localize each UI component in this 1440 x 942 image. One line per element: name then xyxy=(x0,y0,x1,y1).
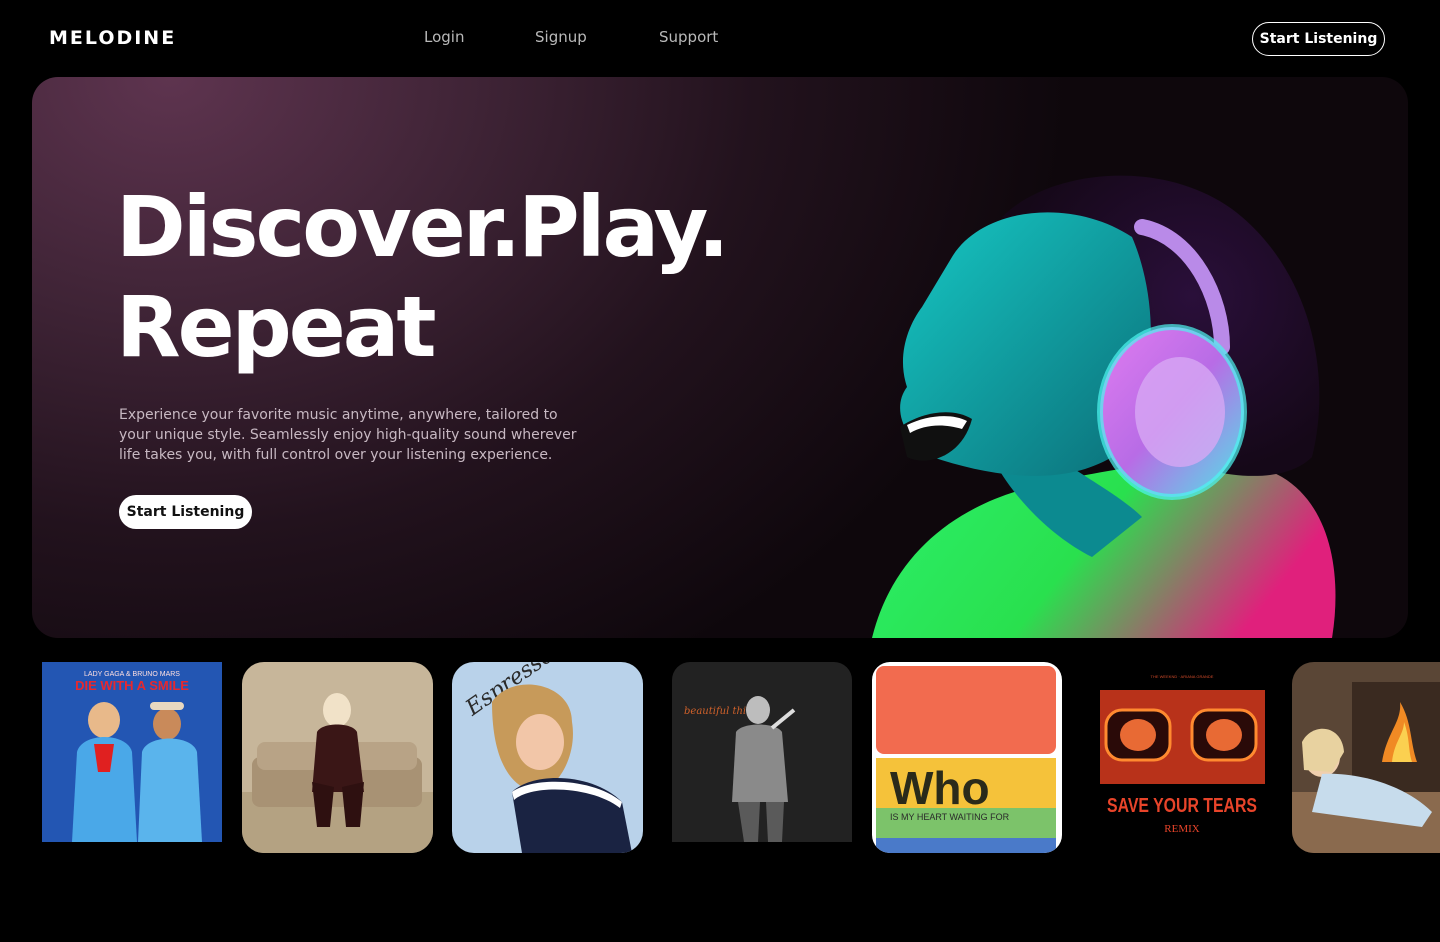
nav-link-support[interactable]: Support xyxy=(659,28,718,46)
album-card[interactable]: LADY GAGA & BRUNO MARS DIE WITH A SMILE xyxy=(42,662,222,842)
nav-link-login[interactable]: Login xyxy=(424,28,464,46)
hero-headline: Discover.Play. Repeat xyxy=(116,177,730,377)
album-cover-fireplace-portrait xyxy=(1292,662,1440,853)
album-cover-who: Who IS MY HEART WAITING FOR xyxy=(872,662,1062,853)
album-cover-espresso: Espresso xyxy=(452,662,643,853)
album-cover-subtitle: IS MY HEART WAITING FOR xyxy=(890,812,1010,822)
hero-headline-line-1: Discover.Play. xyxy=(116,178,730,276)
album-carousel: LADY GAGA & BRUNO MARS DIE WITH A SMILE … xyxy=(0,662,1440,862)
nav-link-signup[interactable]: Signup xyxy=(535,28,587,46)
nav-start-listening-button[interactable]: Start Listening xyxy=(1252,22,1385,56)
album-card[interactable]: THE WEEKND · ARIANA GRANDE SAVE YOUR TEA… xyxy=(1092,662,1272,842)
album-cover-title: Who xyxy=(890,762,990,814)
album-cover-save-your-tears: THE WEEKND · ARIANA GRANDE SAVE YOUR TEA… xyxy=(1092,662,1272,842)
album-card[interactable]: Who IS MY HEART WAITING FOR xyxy=(872,662,1062,853)
album-card[interactable] xyxy=(242,662,433,853)
album-cover-sofa-portrait xyxy=(242,662,433,853)
album-cover-title: DIE WITH A SMILE xyxy=(75,678,189,693)
album-cover-title: SAVE YOUR TEARS xyxy=(1107,795,1257,817)
album-cover-artist: THE WEEKND · ARIANA GRANDE xyxy=(1151,674,1214,679)
hero-description: Experience your favorite music anytime, … xyxy=(119,407,577,463)
album-cover-artist: LADY GAGA & BRUNO MARS xyxy=(84,671,180,678)
brand-logo[interactable]: MELODINE xyxy=(49,27,176,49)
hero-listener-illustration xyxy=(872,175,1336,638)
album-cover-die-with-a-smile: LADY GAGA & BRUNO MARS DIE WITH A SMILE xyxy=(42,662,222,842)
hero-banner: Discover.Play. Repeat Experience your fa… xyxy=(32,77,1408,638)
album-card[interactable]: Espresso xyxy=(452,662,643,853)
album-card[interactable] xyxy=(1292,662,1440,853)
album-cover-beautiful-things: beautiful things xyxy=(672,662,852,842)
top-navigation: MELODINE Login Signup Support Start List… xyxy=(0,0,1440,77)
hero-start-listening-button[interactable]: Start Listening xyxy=(119,495,252,529)
album-card[interactable]: beautiful things xyxy=(672,662,852,842)
album-cover-subtitle: REMIX xyxy=(1164,823,1200,835)
hero-headline-line-2: Repeat xyxy=(116,278,437,376)
